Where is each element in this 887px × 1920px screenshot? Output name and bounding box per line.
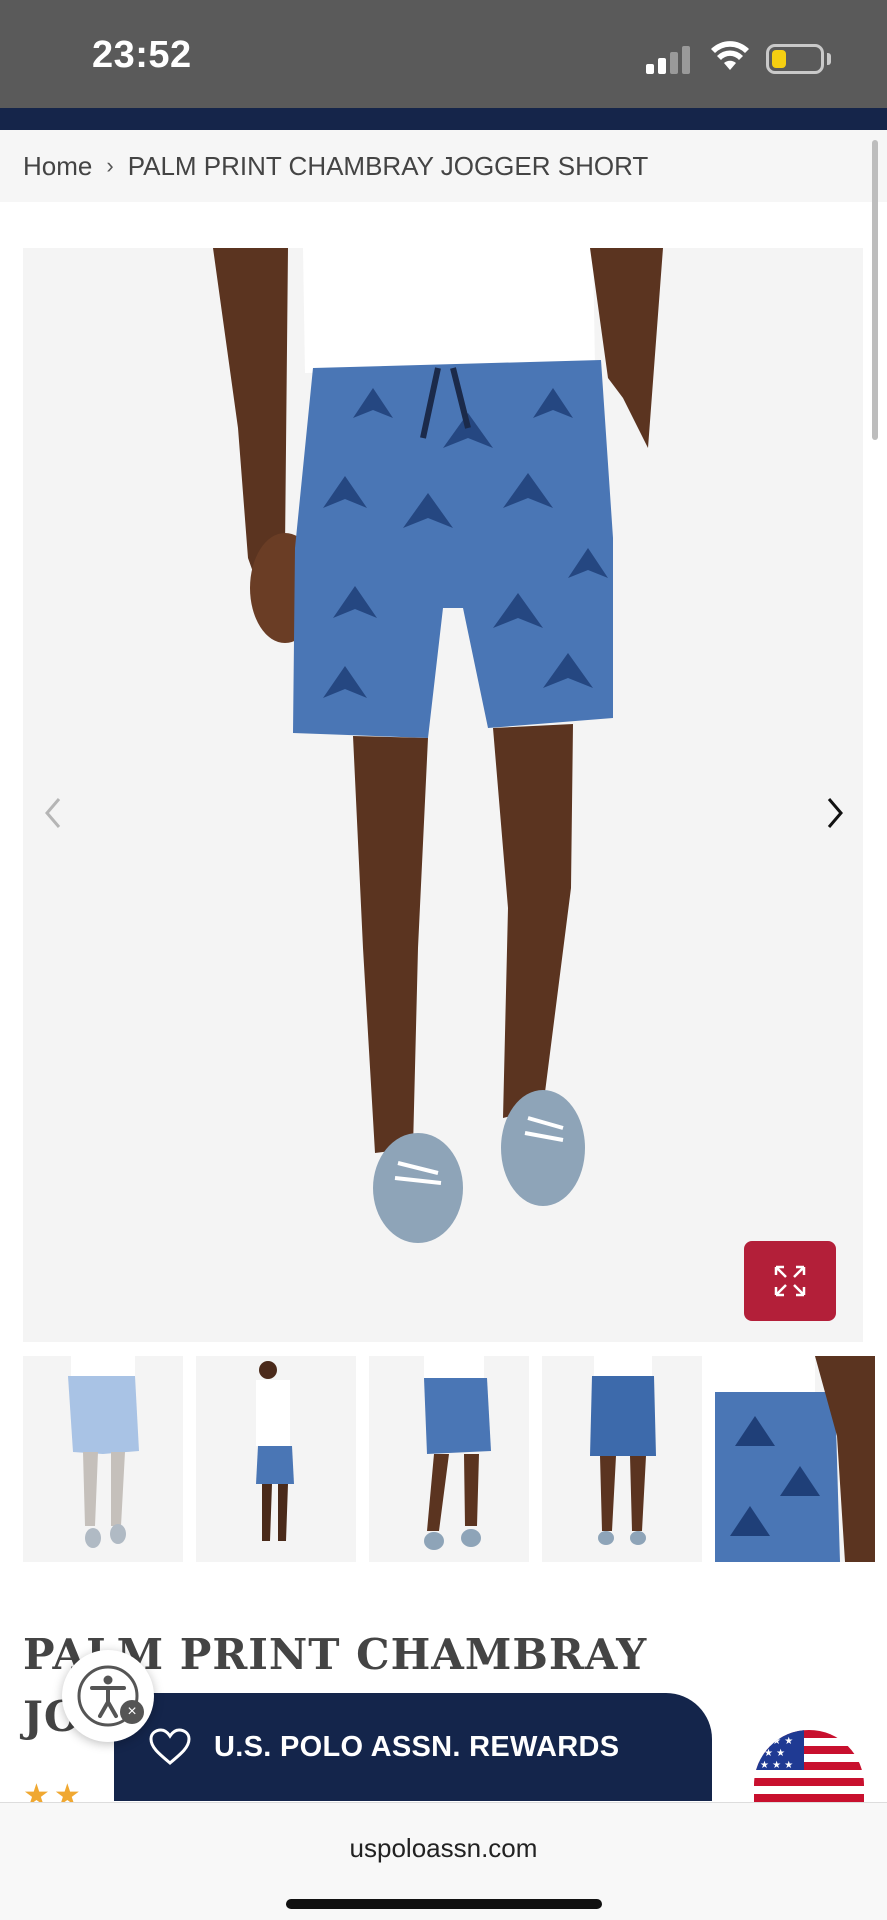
rewards-label: U.S. POLO ASSN. REWARDS [214, 1730, 620, 1763]
thumbnail-strip [23, 1356, 887, 1564]
url-bar[interactable]: uspoloassn.com [0, 1833, 887, 1864]
browser-bar: uspoloassn.com [0, 1802, 887, 1920]
gallery-next-button[interactable] [815, 788, 855, 838]
scrollbar[interactable] [872, 140, 878, 440]
svg-text:★ ★: ★ ★ [764, 1748, 785, 1759]
rewards-banner[interactable]: U.S. POLO ASSN. REWARDS [114, 1693, 712, 1801]
status-bar: 23:52 [0, 0, 887, 108]
thumbnail-1[interactable] [23, 1356, 183, 1562]
wifi-icon [711, 41, 749, 70]
expand-image-button[interactable] [744, 1241, 836, 1321]
chevron-right-icon [827, 798, 843, 828]
header-band [0, 108, 887, 130]
close-icon[interactable]: × [120, 1700, 144, 1724]
breadcrumb-current: PALM PRINT CHAMBRAY JOGGER SHORT [127, 150, 649, 181]
breadcrumb-home-link[interactable]: Home [23, 151, 92, 182]
expand-icon [774, 1265, 806, 1297]
home-indicator[interactable] [286, 1899, 602, 1909]
gallery-prev-button[interactable] [33, 788, 73, 838]
product-main-image[interactable] [23, 248, 863, 1342]
chevron-left-icon [45, 798, 61, 828]
thumbnail-2[interactable] [196, 1356, 356, 1562]
product-photo [213, 248, 663, 1243]
thumbnail-5[interactable] [715, 1356, 875, 1562]
status-time: 23:52 [92, 34, 192, 76]
rating-stars: ★★ [23, 1779, 85, 1802]
breadcrumb: Home › PALM PRINT CHAMBRAY JOGGER SHORT [0, 130, 887, 202]
signal-icon [646, 44, 694, 74]
breadcrumb-separator: › [106, 153, 114, 178]
heart-icon [149, 1728, 191, 1765]
battery-icon [766, 44, 824, 74]
svg-text:★ ★ ★: ★ ★ ★ [760, 1760, 793, 1771]
thumbnail-3[interactable] [369, 1356, 529, 1562]
accessibility-button[interactable] [62, 1650, 154, 1742]
thumbnail-4[interactable] [542, 1356, 702, 1562]
